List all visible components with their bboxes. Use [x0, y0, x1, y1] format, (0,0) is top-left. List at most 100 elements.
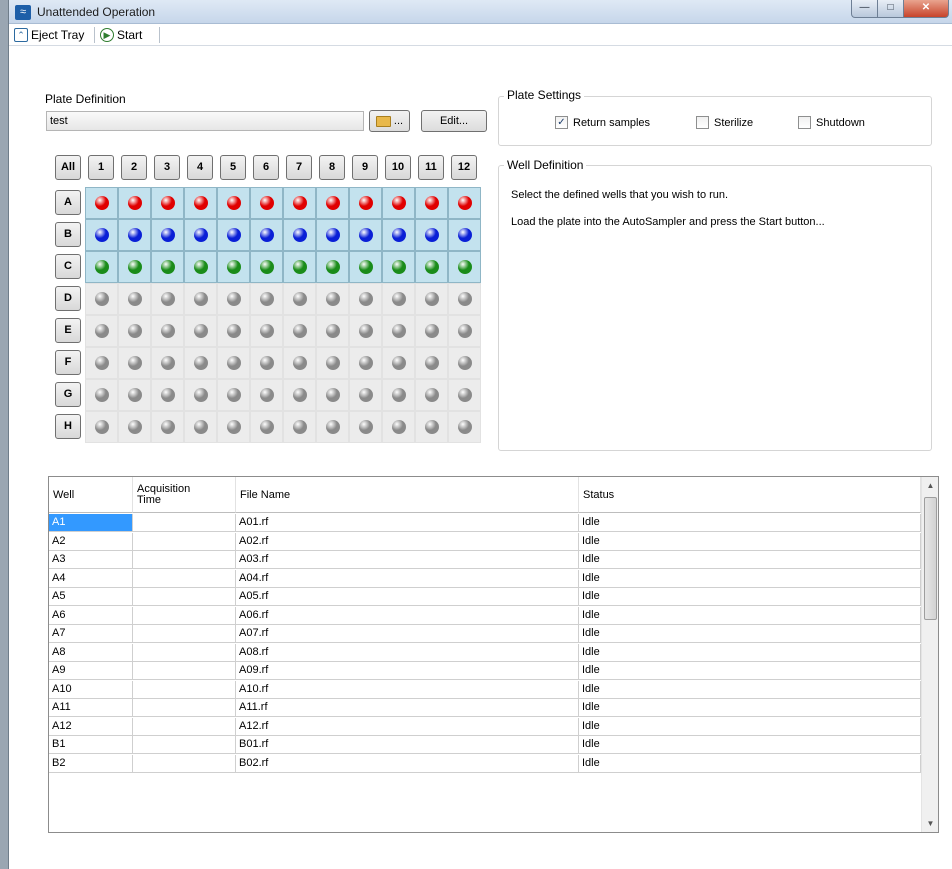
well-cell[interactable] [316, 379, 349, 411]
well-cell[interactable] [316, 283, 349, 315]
well-cell[interactable] [415, 283, 448, 315]
well-cell[interactable] [415, 187, 448, 219]
well-cell[interactable] [118, 283, 151, 315]
scroll-down-icon[interactable]: ▼ [922, 815, 938, 832]
well-cell[interactable] [349, 379, 382, 411]
well-cell[interactable] [151, 187, 184, 219]
well-cell[interactable] [415, 411, 448, 443]
well-cell[interactable] [250, 315, 283, 347]
table-row[interactable]: A10 A10.rf Idle [49, 680, 921, 699]
well-cell[interactable] [217, 347, 250, 379]
well-cell[interactable] [217, 411, 250, 443]
well-cell[interactable] [217, 187, 250, 219]
column-select-button[interactable]: 8 [319, 155, 345, 180]
maximize-button[interactable]: □ [877, 0, 904, 18]
well-cell[interactable] [349, 219, 382, 251]
close-button[interactable]: ✕ [903, 0, 949, 18]
well-cell[interactable] [283, 251, 316, 283]
well-cell[interactable] [283, 283, 316, 315]
well-cell[interactable] [217, 283, 250, 315]
well-cell[interactable] [382, 251, 415, 283]
well-cell[interactable] [316, 219, 349, 251]
well-cell[interactable] [151, 315, 184, 347]
column-header-status[interactable]: Status [579, 477, 921, 513]
well-cell[interactable] [217, 379, 250, 411]
well-cell[interactable] [151, 379, 184, 411]
well-cell[interactable] [85, 379, 118, 411]
well-cell[interactable] [349, 283, 382, 315]
well-cell[interactable] [283, 379, 316, 411]
column-select-button[interactable]: 3 [154, 155, 180, 180]
well-cell[interactable] [217, 251, 250, 283]
table-row[interactable]: A1 A01.rf Idle [49, 514, 921, 532]
row-select-button[interactable]: F [55, 350, 81, 375]
well-cell[interactable] [283, 315, 316, 347]
well-cell[interactable] [151, 251, 184, 283]
well-cell[interactable] [448, 283, 481, 315]
well-cell[interactable] [118, 219, 151, 251]
well-cell[interactable] [382, 379, 415, 411]
well-cell[interactable] [349, 315, 382, 347]
well-cell[interactable] [118, 411, 151, 443]
table-row[interactable]: A6 A06.rf Idle [49, 606, 921, 625]
well-cell[interactable] [250, 411, 283, 443]
well-cell[interactable] [415, 219, 448, 251]
well-cell[interactable] [448, 251, 481, 283]
column-select-button[interactable]: 12 [451, 155, 477, 180]
well-cell[interactable] [118, 347, 151, 379]
row-select-button[interactable]: A [55, 190, 81, 215]
well-cell[interactable] [184, 283, 217, 315]
well-cell[interactable] [184, 251, 217, 283]
well-cell[interactable] [415, 251, 448, 283]
column-select-button[interactable]: 2 [121, 155, 147, 180]
well-cell[interactable] [151, 219, 184, 251]
well-cell[interactable] [316, 411, 349, 443]
table-row[interactable]: A3 A03.rf Idle [49, 551, 921, 569]
well-cell[interactable] [316, 315, 349, 347]
column-select-button[interactable]: 9 [352, 155, 378, 180]
well-cell[interactable] [448, 379, 481, 411]
well-cell[interactable] [283, 219, 316, 251]
well-cell[interactable] [184, 379, 217, 411]
table-row[interactable]: A5 A05.rf Idle [49, 588, 921, 606]
well-cell[interactable] [382, 219, 415, 251]
well-cell[interactable] [349, 347, 382, 379]
table-row[interactable]: B1 B01.rf Idle [49, 736, 921, 754]
table-row[interactable]: A12 A12.rf Idle [49, 717, 921, 736]
table-row[interactable]: A11 A11.rf Idle [49, 699, 921, 717]
well-cell[interactable] [349, 411, 382, 443]
scroll-up-icon[interactable]: ▲ [922, 477, 938, 494]
well-cell[interactable] [382, 283, 415, 315]
well-cell[interactable] [382, 347, 415, 379]
well-cell[interactable] [217, 219, 250, 251]
well-cell[interactable] [85, 187, 118, 219]
well-cell[interactable] [118, 379, 151, 411]
well-cell[interactable] [184, 411, 217, 443]
well-cell[interactable] [316, 347, 349, 379]
well-cell[interactable] [382, 315, 415, 347]
well-cell[interactable] [184, 315, 217, 347]
well-cell[interactable] [184, 347, 217, 379]
well-cell[interactable] [118, 187, 151, 219]
well-cell[interactable] [250, 251, 283, 283]
table-row[interactable]: B2 B02.rf Idle [49, 754, 921, 773]
table-row[interactable]: A2 A02.rf Idle [49, 532, 921, 551]
well-cell[interactable] [85, 219, 118, 251]
well-cell[interactable] [415, 315, 448, 347]
well-cell[interactable] [448, 187, 481, 219]
well-cell[interactable] [283, 347, 316, 379]
row-select-button[interactable]: G [55, 382, 81, 407]
well-cell[interactable] [283, 187, 316, 219]
well-cell[interactable] [118, 315, 151, 347]
column-select-button[interactable]: 5 [220, 155, 246, 180]
well-cell[interactable] [250, 219, 283, 251]
return-samples-checkbox[interactable]: ✓ Return samples [555, 116, 650, 129]
vertical-scrollbar[interactable]: ▲ ▼ [921, 477, 938, 832]
table-row[interactable]: A4 A04.rf Idle [49, 569, 921, 588]
eject-tray-button[interactable]: ⌃ Eject Tray [14, 27, 84, 43]
well-cell[interactable] [184, 187, 217, 219]
row-select-button[interactable]: H [55, 414, 81, 439]
well-cell[interactable] [415, 347, 448, 379]
well-cell[interactable] [448, 315, 481, 347]
row-select-button[interactable]: E [55, 318, 81, 343]
